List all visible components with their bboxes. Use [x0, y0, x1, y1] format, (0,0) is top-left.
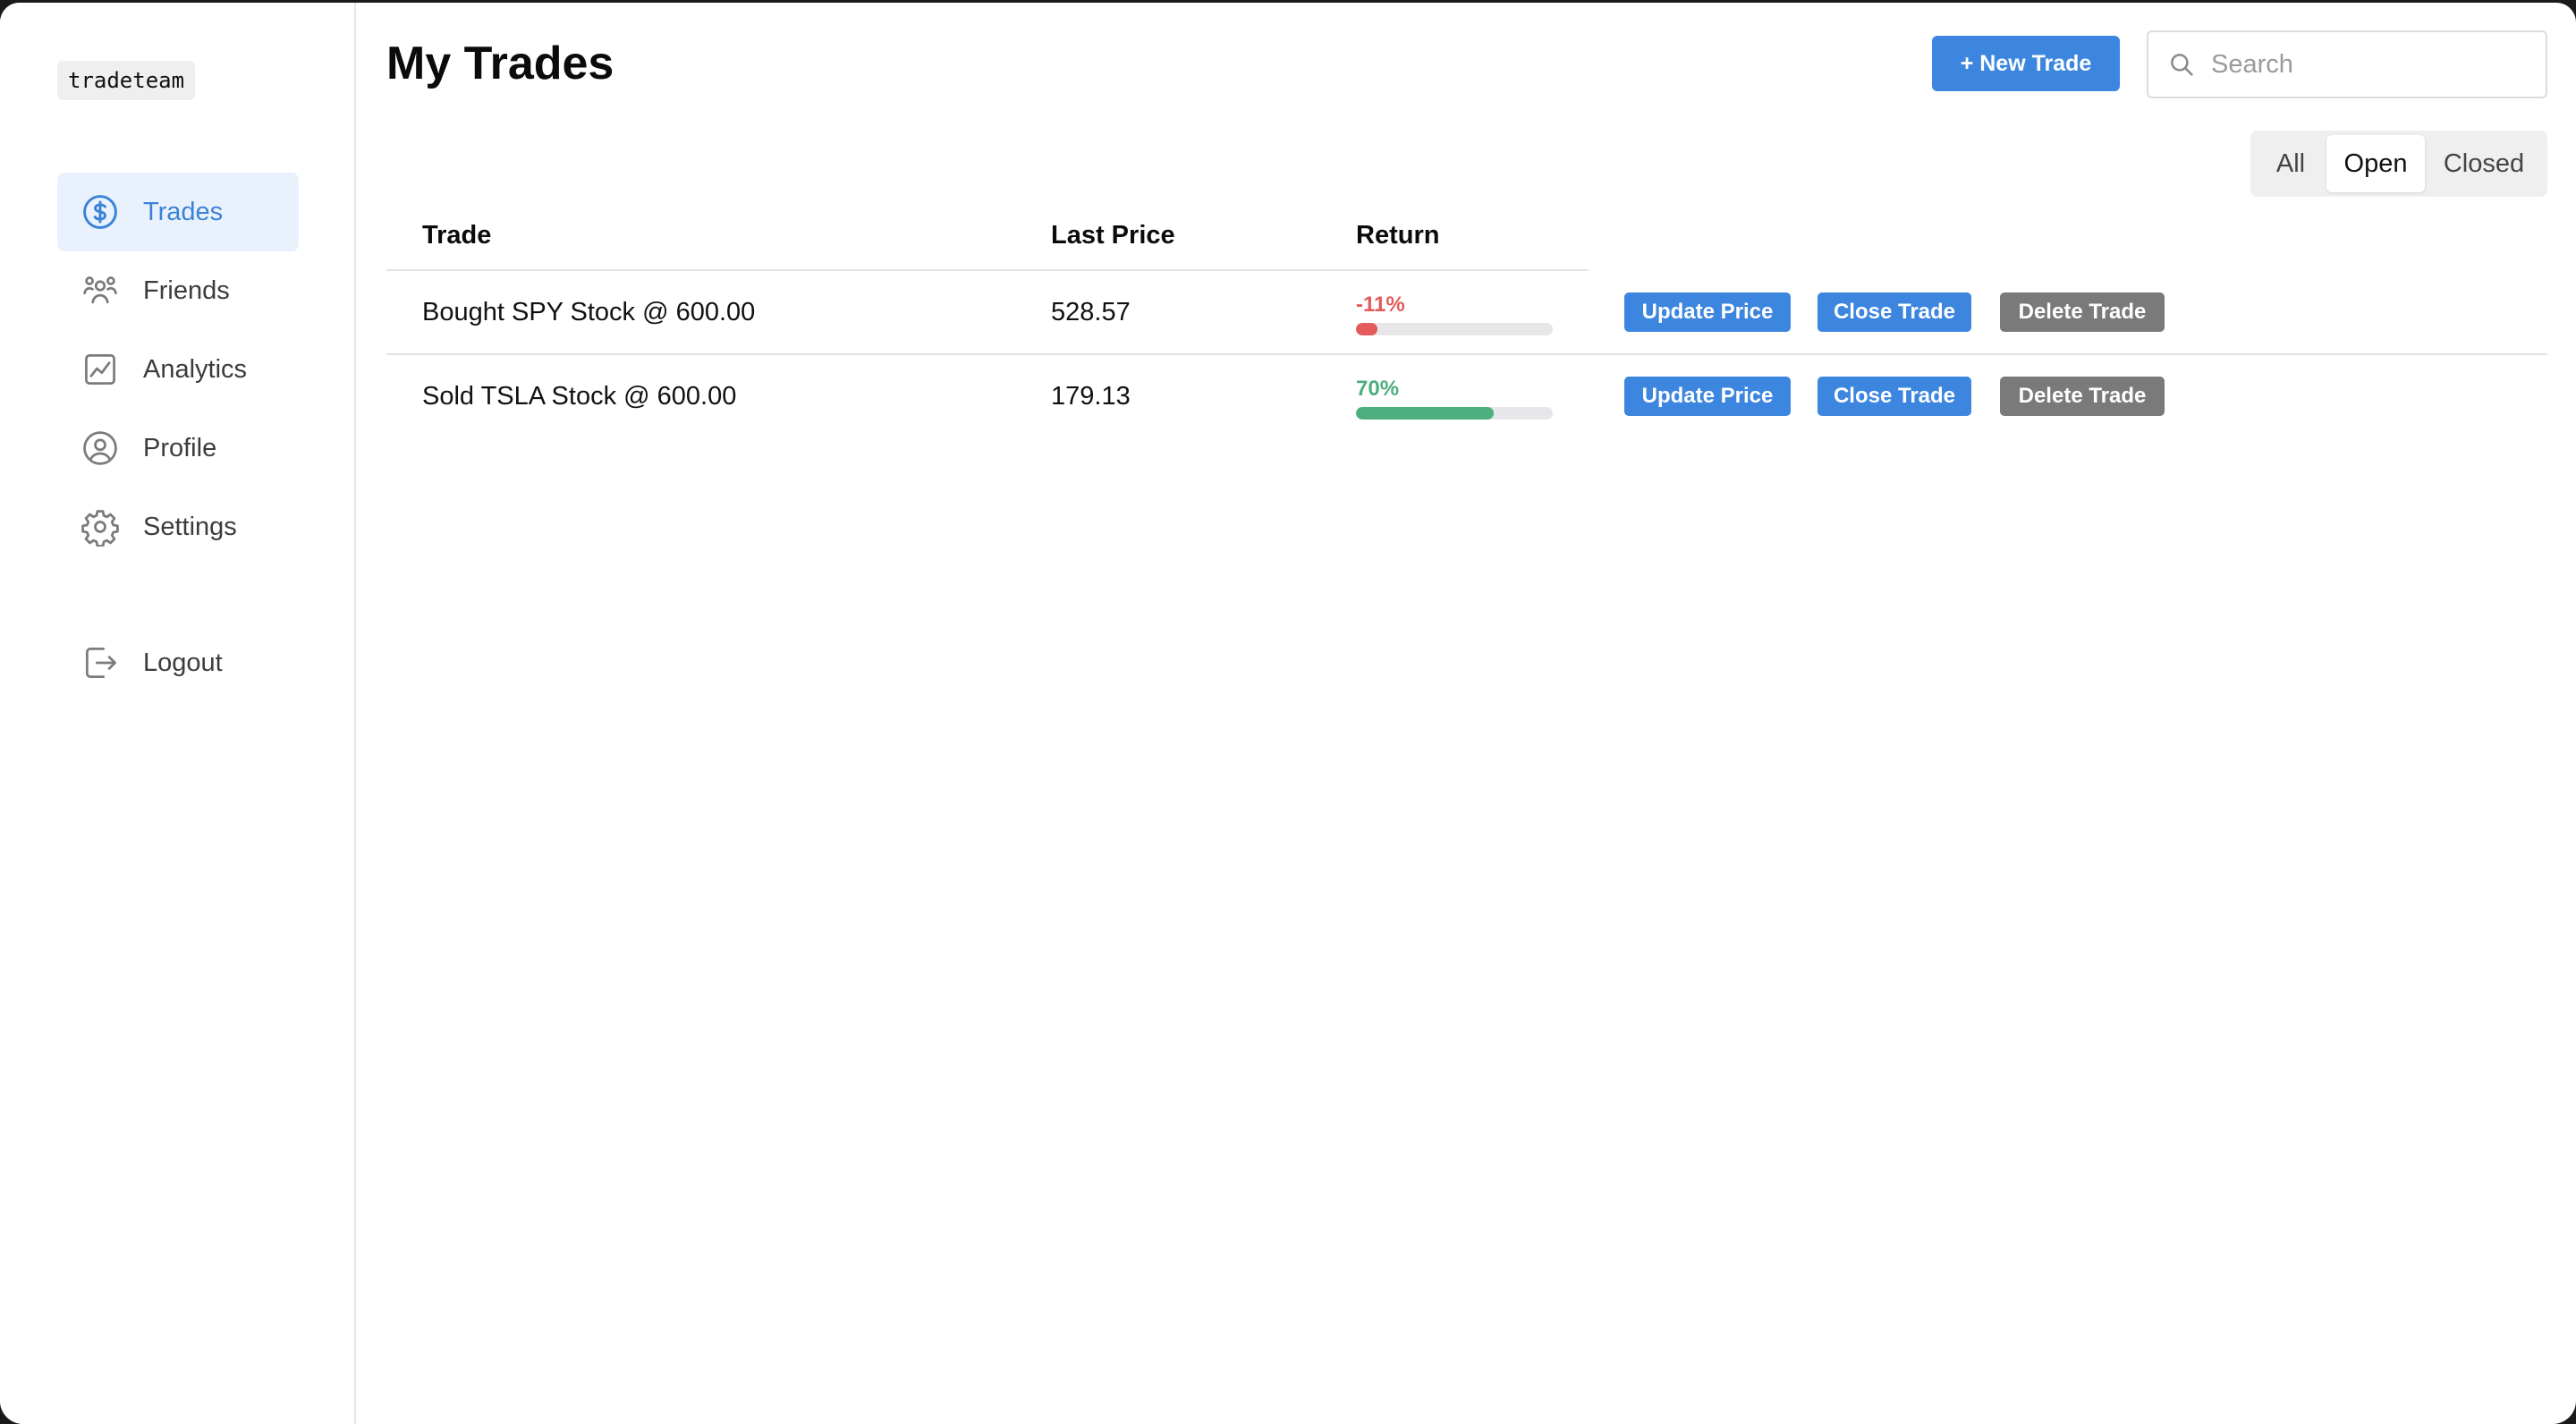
- last-price: 528.57: [1051, 298, 1131, 326]
- return-bar-fill: [1356, 323, 1378, 335]
- return-indicator: -11%: [1356, 292, 1553, 335]
- gear-icon: [80, 507, 120, 547]
- column-header-last-price: Last Price: [1051, 221, 1175, 250]
- return-indicator: 70%: [1356, 377, 1553, 420]
- users-icon: [80, 271, 120, 310]
- new-trade-button[interactable]: + New Trade: [1932, 36, 2120, 91]
- search-input[interactable]: [2211, 45, 2533, 84]
- sidebar-item-label: Analytics: [143, 354, 248, 384]
- brand-logo: tradeteam: [57, 61, 196, 100]
- status-filter: All Open Closed: [2250, 131, 2547, 197]
- close-trade-button[interactable]: Close Trade: [1818, 292, 1971, 332]
- delete-trade-button[interactable]: Delete Trade: [2000, 292, 2165, 332]
- return-bar: [1356, 323, 1553, 335]
- return-percent: 70%: [1356, 377, 1400, 401]
- filter-all[interactable]: All: [2255, 135, 2326, 192]
- update-price-button[interactable]: Update Price: [1624, 292, 1791, 332]
- sidebar-item-label: Profile: [143, 433, 217, 462]
- delete-trade-button[interactable]: Delete Trade: [2000, 377, 2165, 416]
- chart-icon: [80, 350, 120, 389]
- sidebar-item-trades[interactable]: Trades: [57, 173, 299, 251]
- main-content: My Trades + New Trade All Open Closed Tr…: [386, 3, 2576, 1424]
- sidebar-item-friends[interactable]: Friends: [57, 251, 299, 330]
- filter-closed[interactable]: Closed: [2425, 135, 2543, 192]
- page-title: My Trades: [386, 38, 614, 89]
- sidebar-item-analytics[interactable]: Analytics: [57, 330, 299, 409]
- return-bar: [1356, 407, 1553, 420]
- user-circle-icon: [80, 428, 120, 468]
- trade-description: Sold TSLA Stock @ 600.00: [422, 382, 737, 411]
- dollar-circle-icon: [80, 192, 120, 232]
- logout-icon: [80, 643, 120, 682]
- return-percent: -11%: [1356, 292, 1405, 317]
- table-row: Sold TSLA Stock @ 600.00 179.13 70% Upda…: [386, 355, 2547, 439]
- trade-description: Bought SPY Stock @ 600.00: [422, 298, 756, 326]
- logout-button[interactable]: Logout: [57, 623, 299, 702]
- column-header-return: Return: [1356, 221, 1440, 250]
- return-bar-fill: [1356, 407, 1494, 420]
- search-icon: [2166, 49, 2197, 80]
- sidebar-item-settings[interactable]: Settings: [57, 487, 299, 566]
- search-box: [2147, 30, 2547, 98]
- sidebar-item-label: Settings: [143, 512, 237, 541]
- table-header: Trade Last Price Return: [386, 198, 1589, 271]
- app-window: tradeteam Trades Friends Analytics Profi…: [0, 3, 2576, 1424]
- close-trade-button[interactable]: Close Trade: [1818, 377, 1971, 416]
- column-header-trade: Trade: [422, 221, 492, 250]
- filter-open[interactable]: Open: [2326, 135, 2425, 192]
- sidebar-item-label: Trades: [143, 197, 224, 226]
- sidebar-item-label: Logout: [143, 648, 223, 677]
- table-row: Bought SPY Stock @ 600.00 528.57 -11% Up…: [386, 271, 2547, 355]
- sidebar-item-profile[interactable]: Profile: [57, 409, 299, 487]
- sidebar: tradeteam Trades Friends Analytics Profi…: [0, 3, 356, 1424]
- trades-table: Trade Last Price Return Bought SPY Stock…: [386, 198, 2547, 439]
- last-price: 179.13: [1051, 382, 1131, 411]
- sidebar-item-label: Friends: [143, 275, 230, 305]
- update-price-button[interactable]: Update Price: [1624, 377, 1791, 416]
